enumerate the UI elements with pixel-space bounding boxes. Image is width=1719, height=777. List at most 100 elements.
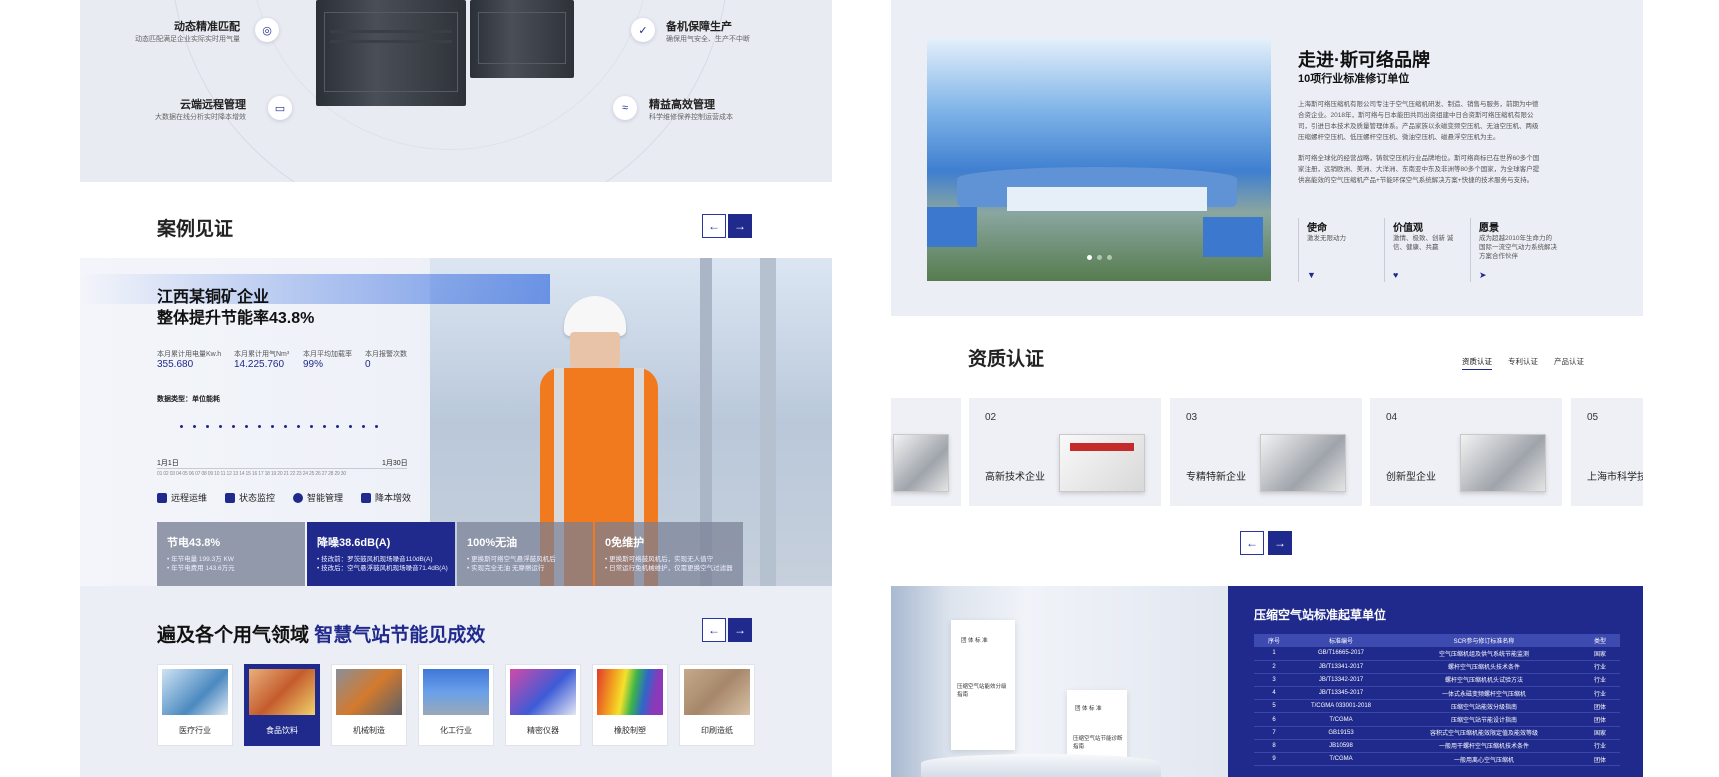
industries-prev-button[interactable]: ←: [702, 618, 726, 642]
smart-manage-icon: [293, 492, 304, 503]
certs-tabs: 资质认证 专利认证 产品认证: [1462, 356, 1584, 370]
cert-card-innovative[interactable]: 04 创新型企业: [1370, 398, 1562, 506]
usage-dot: [284, 425, 287, 428]
usage-dot: [271, 425, 274, 428]
cert-card-specialized[interactable]: 03 专精特新企业: [1170, 398, 1362, 506]
compressor-image: [316, 0, 466, 106]
arrow-left-icon: ←: [708, 623, 720, 637]
certs-next-button[interactable]: →: [1268, 531, 1292, 555]
rubber-image: [597, 669, 663, 715]
value-mission: 使命 激发无限动力: [1307, 223, 1346, 242]
chemical-image: [423, 669, 489, 715]
industry-card-printing[interactable]: 印刷造纸: [679, 664, 755, 746]
stat-electricity: 本月累计用电量Kw.h 355.680: [157, 351, 222, 370]
arrow-right-icon: →: [734, 219, 746, 233]
standard-doc-1: 团 体 标 准 压缩空气站能效分级指南: [951, 620, 1015, 750]
brand-paragraph-2: 斯可络全球化的经营战略，铸就空压机行业品牌地位。斯可络商标已在世界60多个国家注…: [1298, 155, 1540, 184]
case-tags: 远程运维 状态监控 智能管理 降本增效: [157, 491, 411, 504]
chart-icon: ≈: [613, 96, 637, 120]
usage-dot: [336, 425, 339, 428]
arrow-left-icon: ←: [1246, 536, 1258, 550]
result-card-maintenance: 0免维护 • 更换斯可络鼓风机后，实现无人值守 • 日常运行免机械维护，仅需更换…: [595, 522, 743, 586]
blue-beam-decor: [80, 274, 550, 304]
cases-prev-button[interactable]: ←: [702, 214, 726, 238]
slide-indicator[interactable]: [1087, 255, 1112, 260]
stat-gas: 本月累计用气Nm³ 14.225.760: [234, 351, 290, 370]
case-study-panel: 江西某铜矿企业 整体提升节能率43.8% 本月累计用电量Kw.h 355.680…: [80, 258, 832, 586]
tab-product[interactable]: 产品认证: [1554, 356, 1584, 370]
industry-card-chemical[interactable]: 化工行业: [418, 664, 494, 746]
table-row: 6 T/CGMA 压缩空气站节能设计指南 团体: [1254, 712, 1620, 727]
printing-image: [684, 669, 750, 715]
value-values: 价值观 激情、极致、创新 诚信、健康、共赢: [1393, 223, 1454, 251]
monitor-icon: ▭: [268, 96, 292, 120]
tab-patent[interactable]: 专利认证: [1508, 356, 1538, 370]
tag-remote-ops: 远程运维: [157, 491, 207, 504]
heart-icon: ♥: [1393, 270, 1399, 280]
send-icon: ➤: [1479, 270, 1487, 280]
industry-card-medical[interactable]: 医疗行业: [157, 664, 233, 746]
remote-ops-icon: [157, 492, 167, 503]
result-card-noise: 降噪38.6dB(A) • 技改前：罗茨鼓风机现场噪音110dB(A) • 技改…: [307, 522, 455, 586]
tag-smart-manage: 智能管理: [293, 491, 343, 504]
standards-title: 压缩空气站标准起草单位: [1254, 608, 1387, 622]
table-row: 2 JB/T13341-2017 螺杆空气压缩机头技术条件 行业: [1254, 660, 1620, 674]
feature-backup: 备机保障生产 确保用气安全、生产不中断: [666, 21, 750, 43]
cert-image: [893, 434, 949, 492]
table-row: 8 JB10598 一般用干螺杆空气压缩机技术条件 行业: [1254, 739, 1620, 754]
cases-section-title: 案例见证: [157, 219, 234, 240]
usage-dot: [323, 425, 326, 428]
feature-lean-manage: 精益高效管理 科学维修保养控制运营成本: [649, 99, 733, 121]
table-row: 1 GB/T16665-2017 空气压缩机组及供气系统节能监测 国家: [1254, 647, 1620, 661]
table-row: 7 GB19153 容积式空气压缩机能效限定值及能效等级 国家: [1254, 726, 1620, 740]
usage-dot: [180, 425, 183, 428]
certs-section-title: 资质认证: [968, 349, 1045, 370]
table-row: 9 T/CGMA 一般用离心空气压缩机 团体: [1254, 752, 1620, 767]
data-type-label: 数据类型：单位能耗: [157, 396, 220, 403]
industries-next-button[interactable]: →: [728, 618, 752, 642]
case-headline: 江西某铜矿企业 整体提升节能率43.8%: [157, 289, 315, 327]
cert-card-partial[interactable]: [891, 398, 961, 506]
shield-check-icon: ✓: [631, 18, 655, 42]
tag-status-monitor: 状态监控: [225, 491, 275, 504]
table-row: 5 T/CGMA 033001-2018 压缩空气站能效分级指南 团体: [1254, 699, 1620, 714]
industry-card-machinery[interactable]: 机械制造: [331, 664, 407, 746]
result-card-oilfree: 100%无油 • 更换斯可络空气悬浮鼓风机后 • 实现完全无油 无摩擦运行: [457, 522, 593, 586]
compressor-image: [470, 0, 574, 78]
usage-dot: [349, 425, 352, 428]
target-icon: ◎: [255, 18, 279, 42]
standards-docs-image: 团 体 标 准 压缩空气站能效分级指南 团 体 标 准 压缩空气站节能诊断指南: [891, 586, 1228, 777]
precision-image: [510, 669, 576, 715]
industry-card-food[interactable]: 食品饮料: [244, 664, 320, 746]
machinery-image: [336, 669, 402, 715]
table-row: 4 JB/T13345-2017 一体式永磁变频螺杆空气压缩机 行业: [1254, 686, 1620, 701]
usage-dot: [375, 425, 378, 428]
feature-dynamic-match: 动态精准匹配 动态匹配满足企业实际实时用气量: [135, 21, 240, 43]
feature-cloud-manage: 云端远程管理 大数据在线分析实时降本增效: [155, 99, 246, 121]
usage-dot: [206, 425, 209, 428]
status-monitor-icon: [225, 492, 236, 503]
value-vision: 愿景 成为超越2010年生命力的国际一流空气动力系统解决方案合作伙伴: [1479, 223, 1557, 260]
factory-aerial-image: [927, 37, 1271, 281]
cert-image: [1460, 434, 1546, 492]
tab-qualification[interactable]: 资质认证: [1462, 356, 1492, 370]
cost-down-icon: [361, 492, 372, 503]
arrow-left-icon: ←: [708, 219, 720, 233]
medical-image: [162, 669, 228, 715]
cases-next-button[interactable]: →: [728, 214, 752, 238]
cert-card-shanghai[interactable]: 05 上海市科学技: [1571, 398, 1643, 506]
usage-dot: [362, 425, 365, 428]
certs-prev-button[interactable]: ←: [1240, 531, 1264, 555]
food-image: [249, 669, 315, 715]
industry-card-rubber[interactable]: 橡胶制塑: [592, 664, 668, 746]
brand-paragraph-1: 上海斯可络压缩机有限公司专注于空气压缩机研发、制造、销售与服务，前期为中德合资企…: [1298, 101, 1539, 141]
brand-subtitle: 10项行业标准修订单位: [1298, 73, 1410, 85]
usage-dot: [245, 425, 248, 428]
usage-dot: [310, 425, 313, 428]
industry-card-precision[interactable]: 精密仪器: [505, 664, 581, 746]
cert-card-hightech[interactable]: 02 高新技术企业: [969, 398, 1161, 506]
usage-dot: [297, 425, 300, 428]
tag-cost-down: 降本增效: [361, 491, 411, 504]
arrow-right-icon: →: [734, 623, 746, 637]
usage-dot: [219, 425, 222, 428]
